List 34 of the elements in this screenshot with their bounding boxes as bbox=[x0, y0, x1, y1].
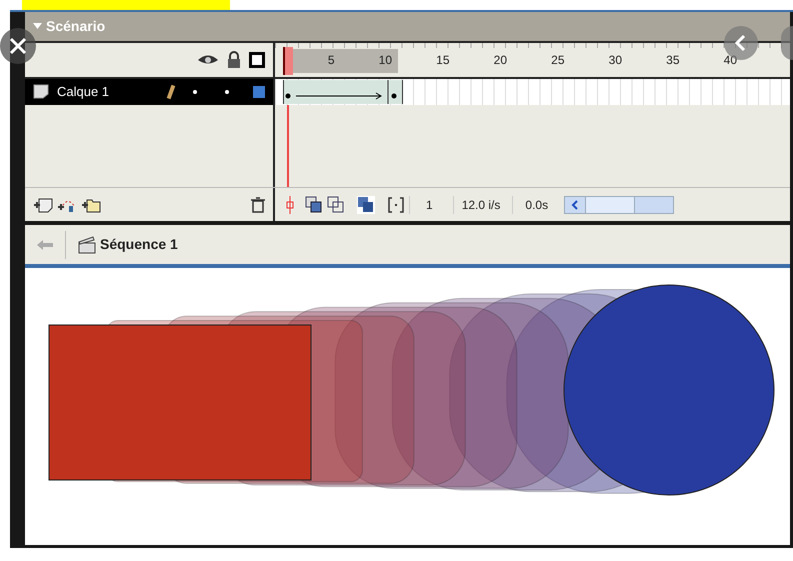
eye-icon[interactable] bbox=[197, 54, 219, 66]
frame-number: 20 bbox=[494, 52, 507, 69]
frame-rate: 12.0 i/s bbox=[452, 196, 508, 214]
lock-icon[interactable] bbox=[227, 51, 241, 68]
horizontal-scrollbar[interactable] bbox=[564, 196, 674, 214]
add-layer-icon[interactable] bbox=[33, 196, 53, 213]
panel-title: Scénario bbox=[46, 16, 106, 36]
frame-number: 5 bbox=[328, 52, 334, 69]
pencil-icon bbox=[166, 84, 176, 100]
frame-number: 10 bbox=[378, 52, 392, 69]
layer-row[interactable]: Calque 1 bbox=[25, 78, 275, 105]
onion-skin-icon[interactable] bbox=[305, 196, 323, 214]
current-frame: 1 bbox=[409, 196, 449, 214]
scroll-thumb[interactable] bbox=[585, 196, 636, 213]
frame-number: 40 bbox=[724, 52, 737, 69]
frame-number: 35 bbox=[666, 52, 680, 69]
close-icon[interactable] bbox=[0, 28, 36, 64]
frame-number: 30 bbox=[608, 52, 622, 69]
scene-name[interactable]: Séquence 1 bbox=[100, 234, 178, 256]
edit-multiple-frames-icon[interactable] bbox=[357, 196, 375, 214]
clapperboard-icon bbox=[78, 236, 96, 254]
scroll-left-icon[interactable] bbox=[571, 200, 580, 210]
modify-markers-icon[interactable] bbox=[387, 196, 405, 214]
outline-color-icon bbox=[253, 86, 265, 98]
frame-number: 15 bbox=[436, 52, 450, 69]
playhead-marker bbox=[283, 46, 293, 75]
outline-square-icon[interactable] bbox=[249, 52, 265, 68]
add-folder-icon[interactable] bbox=[81, 196, 101, 213]
layer-icon bbox=[33, 84, 49, 100]
frame-number: 25 bbox=[551, 52, 564, 69]
onion-outline-icon[interactable] bbox=[327, 196, 345, 214]
elapsed-time: 0.0s bbox=[512, 196, 560, 214]
trash-icon[interactable] bbox=[251, 196, 265, 213]
layer-name: Calque 1 bbox=[57, 83, 110, 102]
